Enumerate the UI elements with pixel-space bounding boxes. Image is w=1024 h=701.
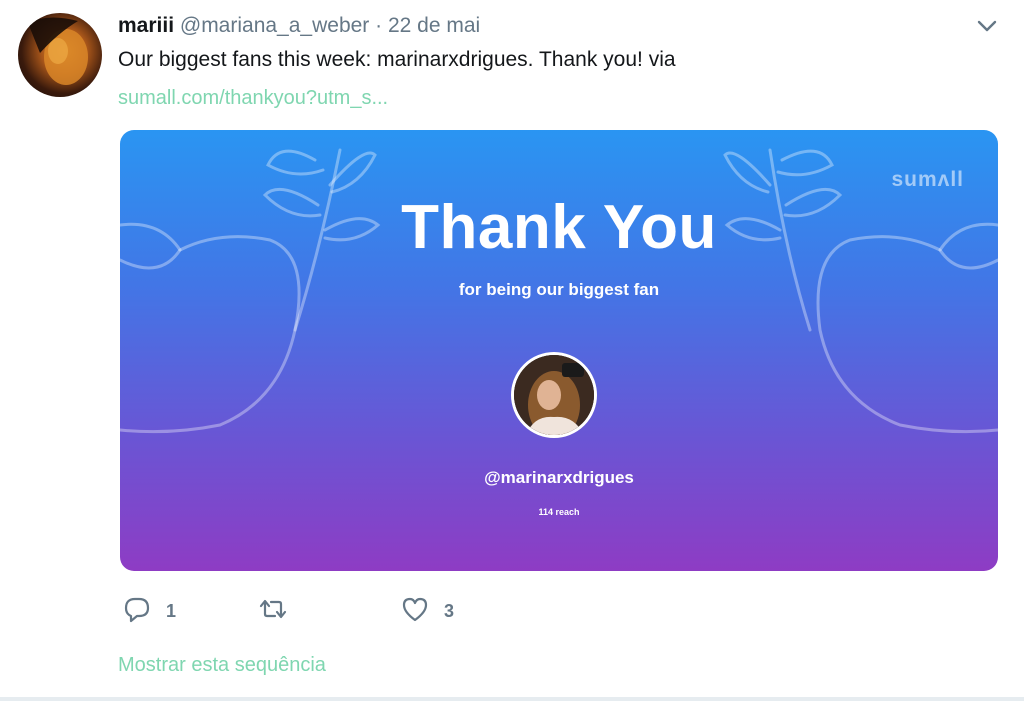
- sumall-logo: sumʌll: [891, 168, 964, 191]
- link-card[interactable]: sumʌll Thank You for being our biggest f…: [120, 130, 998, 571]
- card-title: Thank You: [401, 193, 717, 262]
- tweet-date[interactable]: 22 de mai: [388, 14, 480, 37]
- header-separator: ·: [375, 14, 383, 37]
- fan-avatar: [511, 352, 597, 438]
- show-thread-link[interactable]: Mostrar esta sequência: [118, 651, 326, 679]
- author-handle[interactable]: @mariana_a_weber: [180, 14, 369, 37]
- heart-icon: [400, 594, 430, 629]
- tweet-link[interactable]: sumall.com/thankyou?utm_s...: [118, 84, 388, 112]
- reply-button[interactable]: 1: [122, 596, 176, 626]
- avatar-photo: [28, 17, 88, 85]
- author-name[interactable]: mariii: [118, 14, 174, 37]
- author-avatar[interactable]: [18, 13, 102, 97]
- like-button[interactable]: 3: [400, 596, 454, 626]
- card-subtitle: for being our biggest fan: [458, 280, 660, 299]
- fan-photo: [514, 355, 594, 435]
- retweet-button[interactable]: [258, 596, 302, 626]
- tweet-text: Our biggest fans this week: marinarxdrig…: [118, 48, 676, 71]
- reply-icon: [122, 594, 152, 629]
- retweet-icon: [258, 594, 288, 629]
- fan-handle: @marinarxdrigues: [484, 468, 634, 487]
- tweet-header: mariii @mariana_a_weber · 22 de mai: [118, 12, 480, 40]
- fan-reach: 114 reach: [538, 507, 580, 517]
- like-count: 3: [444, 600, 455, 621]
- tweet: mariii @mariana_a_weber · 22 de mai Our …: [0, 0, 1024, 701]
- reply-count: 1: [166, 600, 177, 621]
- tweet-divider: [0, 697, 1024, 701]
- chevron-down-icon[interactable]: [976, 18, 998, 34]
